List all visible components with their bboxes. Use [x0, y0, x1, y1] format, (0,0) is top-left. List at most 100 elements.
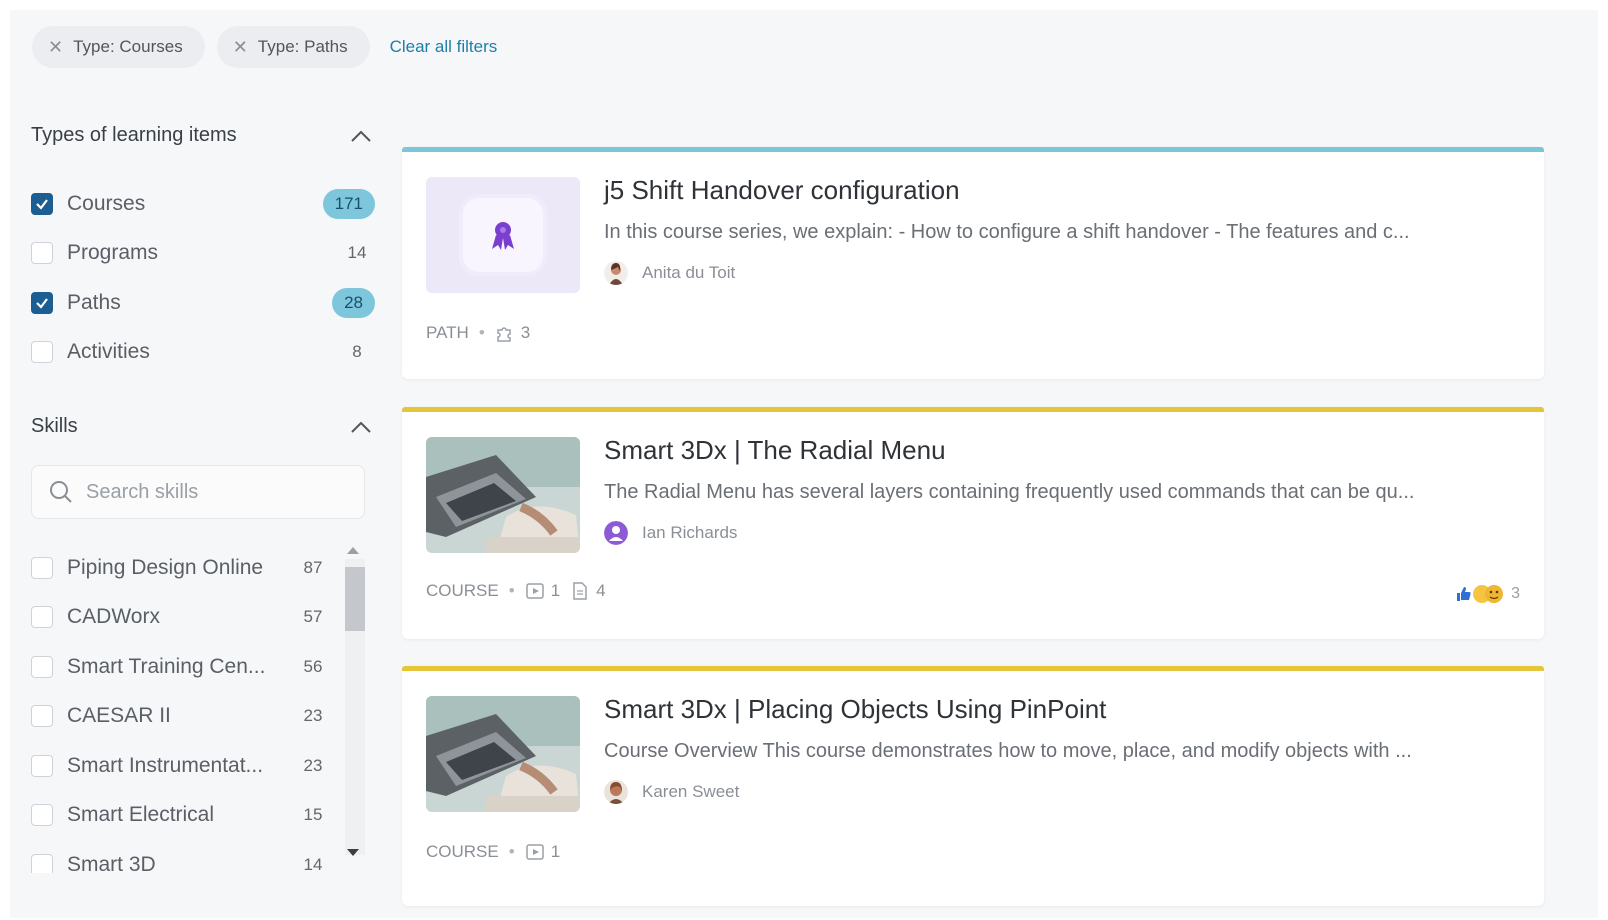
remove-icon[interactable]: ✕ — [48, 38, 63, 56]
count-label: 8 — [352, 342, 362, 362]
video-icon — [525, 844, 544, 860]
checkbox[interactable] — [31, 242, 53, 265]
skill-option[interactable]: CADWorx 57 — [31, 593, 331, 643]
card-meta: PATH • 3 — [426, 323, 540, 343]
skill-option[interactable]: Smart 3D 14 — [31, 840, 331, 873]
search-icon — [50, 481, 72, 503]
item-type-label: PATH — [426, 323, 469, 342]
laptop-photo-thumbnail — [426, 437, 580, 553]
card-accent-bar — [402, 666, 1544, 671]
type-option-courses[interactable]: Courses 171 — [31, 179, 375, 229]
skill-option[interactable]: Piping Design Online 87 — [31, 543, 331, 593]
count-label: 14 — [303, 854, 323, 873]
skill-option[interactable]: CAESAR II 23 — [31, 692, 331, 742]
type-option-programs[interactable]: Programs 14 — [31, 229, 375, 279]
skills-search[interactable] — [31, 465, 365, 519]
scroll-up-arrow-icon[interactable] — [347, 547, 359, 554]
checkbox[interactable] — [31, 192, 53, 215]
option-label: Smart 3D — [67, 852, 156, 873]
count-label: 14 — [347, 243, 367, 263]
count-badge: 28 — [332, 287, 375, 318]
chevron-up-icon[interactable] — [347, 414, 375, 442]
checkbox[interactable] — [31, 655, 53, 678]
checkbox[interactable] — [31, 556, 53, 579]
skill-option[interactable]: Smart Electrical 15 — [31, 791, 331, 841]
skills-list-container: Piping Design Online 87 CADWorx 57 Smart… — [31, 543, 375, 873]
learning-item-card[interactable]: Smart 3Dx | The Radial Menu The Radial M… — [402, 407, 1544, 639]
learning-item-card[interactable]: j5 Shift Handover configuration In this … — [402, 147, 1544, 379]
card-description: Course Overview This course demonstrates… — [604, 740, 1412, 762]
types-list: Courses 171 Programs 14 Paths 28 Activit… — [31, 179, 375, 377]
item-type-label: COURSE — [426, 842, 499, 861]
active-filters: ✕ Type: Courses ✕ Type: Paths Clear all … — [32, 26, 497, 68]
video-count: 1 — [550, 581, 561, 600]
laptop-photo-thumbnail — [426, 696, 580, 812]
checkbox[interactable] — [31, 804, 53, 827]
card-title[interactable]: j5 Shift Handover configuration — [604, 175, 960, 206]
count-badge: 171 — [322, 188, 375, 219]
option-label: Paths — [67, 290, 121, 314]
checkbox[interactable] — [31, 853, 53, 873]
avatar — [604, 521, 628, 545]
card-thumbnail[interactable] — [426, 437, 580, 553]
card-title[interactable]: Smart 3Dx | Placing Objects Using PinPoi… — [604, 694, 1106, 725]
reactions[interactable]: 3 — [1455, 583, 1520, 605]
check-icon — [36, 298, 48, 309]
filter-chip-courses[interactable]: ✕ Type: Courses — [32, 26, 205, 68]
emoji-reaction-icon — [1473, 585, 1504, 603]
checkbox[interactable] — [31, 291, 53, 314]
filter-sidebar: Types of learning items Courses 171 Prog… — [31, 116, 375, 873]
option-label: Piping Design Online — [67, 555, 264, 579]
card-title[interactable]: Smart 3Dx | The Radial Menu — [604, 435, 946, 466]
author-name: Anita du Toit — [642, 263, 736, 282]
checkbox[interactable] — [31, 341, 53, 364]
card-meta: COURSE • 1 — [426, 842, 570, 862]
count-label: 56 — [303, 656, 323, 676]
option-label: CAESAR II — [67, 704, 171, 728]
author-name: Ian Richards — [642, 523, 738, 542]
remove-icon[interactable]: ✕ — [233, 38, 248, 56]
option-label: Smart Electrical — [67, 803, 215, 827]
checkbox[interactable] — [31, 606, 53, 629]
award-ribbon-icon — [492, 222, 514, 250]
type-option-paths[interactable]: Paths 28 — [31, 278, 375, 328]
reaction-count: 3 — [1511, 585, 1520, 602]
card-author: Karen Sweet — [604, 780, 739, 804]
skill-option[interactable]: Smart Training Cen... 56 — [31, 642, 331, 692]
video-icon — [525, 583, 544, 599]
document-count: 4 — [596, 581, 606, 600]
card-author: Anita du Toit — [604, 261, 735, 285]
card-meta: COURSE • 1 4 — [426, 581, 616, 601]
card-thumbnail[interactable] — [426, 696, 580, 812]
chevron-up-icon[interactable] — [347, 123, 375, 151]
type-option-activities[interactable]: Activities 8 — [31, 328, 375, 378]
skill-option[interactable]: Smart Instrumentat... 23 — [31, 741, 331, 791]
option-label: Activities — [67, 340, 150, 364]
learning-catalog-page: ✕ Type: Courses ✕ Type: Paths Clear all … — [10, 10, 1598, 918]
item-count: 3 — [520, 323, 531, 342]
checkbox[interactable] — [31, 754, 53, 777]
skills-scrollbar[interactable] — [341, 543, 365, 873]
option-label: CADWorx — [67, 605, 160, 629]
learning-item-card[interactable]: Smart 3Dx | Placing Objects Using PinPoi… — [402, 666, 1544, 906]
card-author: Ian Richards — [604, 521, 737, 545]
skills-section-header[interactable]: Skills — [31, 407, 375, 445]
scrollbar-thumb[interactable] — [345, 567, 365, 631]
check-icon — [36, 199, 48, 210]
scroll-down-arrow-icon[interactable] — [347, 849, 359, 856]
types-section-header[interactable]: Types of learning items — [31, 116, 375, 154]
card-description: In this course series, we explain: - How… — [604, 221, 1410, 243]
separator-dot: • — [508, 581, 515, 600]
count-label: 57 — [303, 607, 323, 627]
option-label: Smart Instrumentat... — [67, 753, 264, 777]
path-thumbnail-frame — [459, 194, 547, 276]
separator-dot: • — [478, 323, 485, 342]
count-label: 15 — [303, 805, 323, 825]
item-type-label: COURSE — [426, 581, 499, 600]
clear-all-filters-link[interactable]: Clear all filters — [390, 37, 498, 57]
filter-chip-paths[interactable]: ✕ Type: Paths — [216, 26, 370, 68]
skills-search-input[interactable] — [86, 480, 346, 504]
filter-chip-label: Type: Paths — [257, 37, 348, 56]
checkbox[interactable] — [31, 705, 53, 728]
card-thumbnail[interactable] — [426, 177, 580, 293]
